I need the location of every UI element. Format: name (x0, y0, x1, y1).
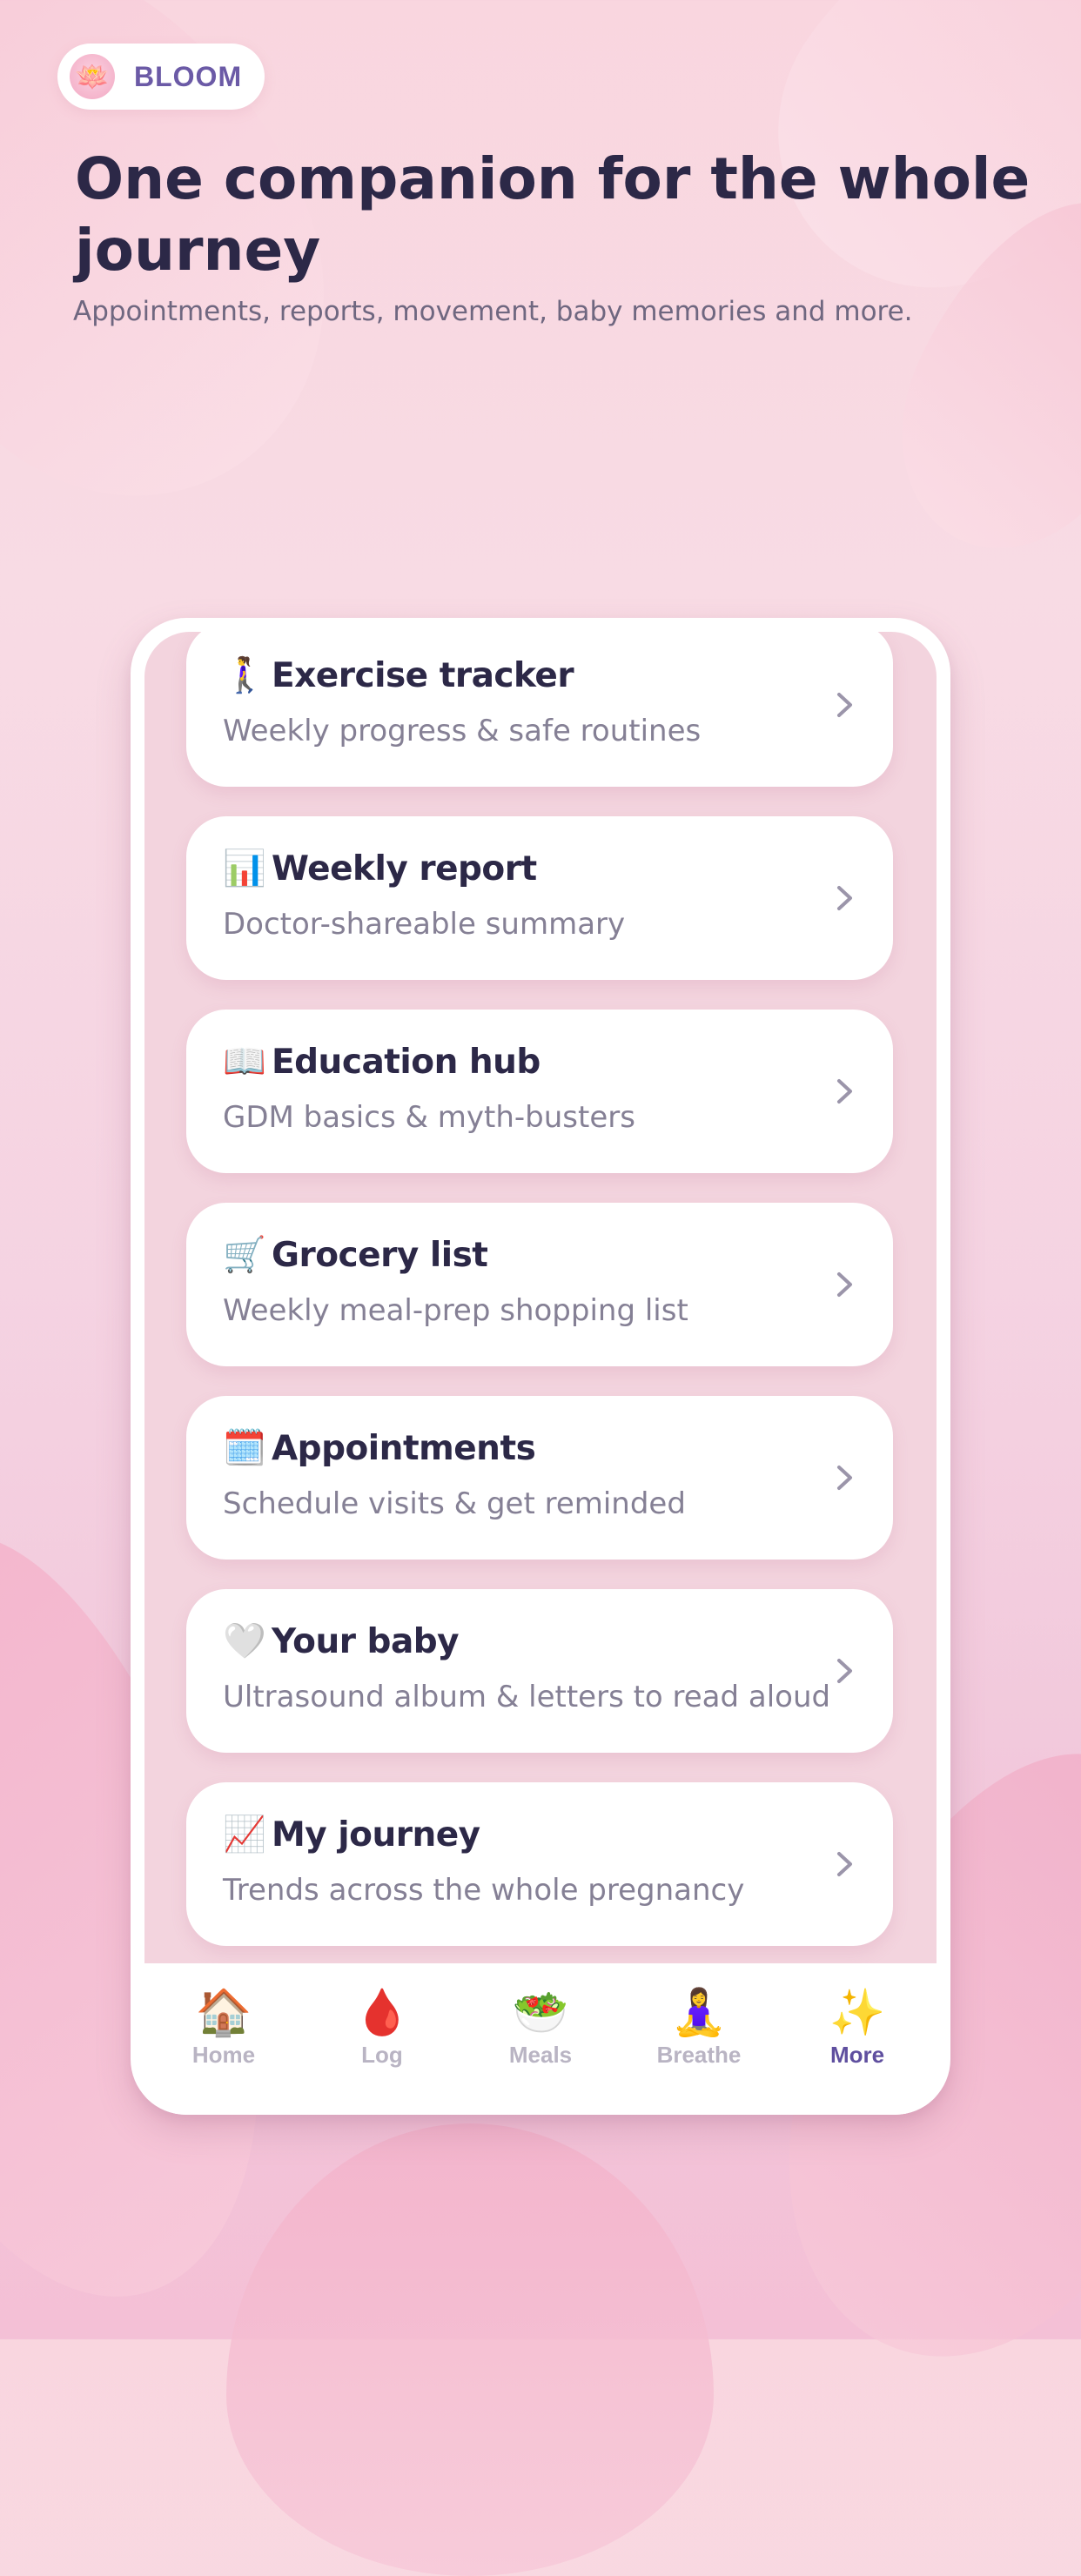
menu-item-exercise-tracker[interactable]: 🚶‍♀️ Exercise tracker Weekly progress & … (186, 632, 893, 787)
open-book-icon: 📖 (223, 1042, 266, 1082)
chevron-right-icon (837, 1659, 852, 1683)
card-title: 📊 Weekly report (223, 848, 537, 889)
menu-item-appointments[interactable]: 🗓️ Appointments Schedule visits & get re… (186, 1396, 893, 1560)
background-petal (226, 2123, 714, 2576)
menu-item-subtitle: Schedule visits & get reminded (223, 1486, 686, 1521)
menu-item-title: Grocery list (272, 1235, 488, 1275)
card-title: 🛒 Grocery list (223, 1234, 488, 1276)
calendar-icon: 🗓️ (223, 1428, 266, 1468)
walking-person-icon: 🚶‍♀️ (223, 655, 266, 695)
chevron-right-icon (837, 1466, 852, 1490)
hero-title: One companion for the whole journey (75, 145, 1031, 284)
lotus-icon: 🪷 (70, 54, 115, 99)
menu-item-subtitle: Ultrasound album & letters to read aloud (223, 1680, 831, 1714)
card-title: 🤍 Your baby (223, 1620, 460, 1662)
more-menu-screen: 🚶‍♀️ Exercise tracker Weekly progress & … (144, 632, 937, 1963)
menu-item-my-journey[interactable]: 📈 My journey Trends across the whole pre… (186, 1782, 893, 1946)
bar-chart-icon: 📊 (223, 849, 266, 889)
bottom-tab-bar: 🏠 Home 🩸 Log 🥗 Meals 🧘‍♀️ Breathe ✨ More (144, 1963, 937, 2115)
tab-label: Breathe (656, 2042, 742, 2068)
menu-item-subtitle: Weekly meal-prep shopping list (223, 1293, 688, 1328)
menu-item-grocery-list[interactable]: 🛒 Grocery list Weekly meal-prep shopping… (186, 1203, 893, 1366)
menu-item-subtitle: Weekly progress & safe routines (223, 714, 702, 748)
card-title: 📈 My journey (223, 1814, 480, 1855)
hero-subtitle: Appointments, reports, movement, baby me… (73, 296, 913, 327)
white-heart-icon: 🤍 (223, 1621, 266, 1661)
tab-label: More (829, 2042, 885, 2068)
tab-label: Log (361, 2042, 403, 2068)
sparkles-icon: ✨ (829, 1987, 886, 2039)
tab-home[interactable]: 🏠 Home (158, 1963, 289, 2115)
chevron-right-icon (837, 1079, 852, 1104)
tab-more[interactable]: ✨ More (792, 1963, 923, 2115)
menu-item-weekly-report[interactable]: 📊 Weekly report Doctor-shareable summary (186, 816, 893, 980)
salad-icon: 🥗 (512, 1987, 569, 2039)
menu-item-title: My journey (272, 1815, 480, 1855)
menu-item-subtitle: Doctor-shareable summary (223, 907, 626, 942)
menu-item-title: Your baby (272, 1621, 460, 1661)
brand-name: BLOOM (134, 60, 243, 92)
menu-item-title: Education hub (272, 1042, 540, 1082)
brand-badge: 🪷 BLOOM (57, 44, 265, 110)
menu-item-title: Weekly report (272, 849, 537, 889)
menu-item-subtitle: Trends across the whole pregnancy (223, 1873, 745, 1908)
tab-breathe[interactable]: 🧘‍♀️ Breathe (634, 1963, 764, 2115)
card-title: 📖 Education hub (223, 1041, 540, 1083)
tab-label: Meals (508, 2042, 573, 2068)
tab-log[interactable]: 🩸 Log (317, 1963, 447, 2115)
menu-item-title: Exercise tracker (272, 655, 574, 695)
chevron-right-icon (837, 886, 852, 910)
trend-chart-icon: 📈 (223, 1815, 266, 1855)
chevron-right-icon (837, 1272, 852, 1297)
chevron-right-icon (837, 693, 852, 717)
drop-icon: 🩸 (353, 1987, 411, 2039)
phone-mockup: 🚶‍♀️ Exercise tracker Weekly progress & … (131, 618, 950, 2115)
card-title: 🚶‍♀️ Exercise tracker (223, 654, 574, 696)
menu-item-title: Appointments (272, 1428, 536, 1468)
menu-item-subtitle: GDM basics & myth-busters (223, 1100, 635, 1135)
home-icon: 🏠 (195, 1987, 252, 2039)
card-title: 🗓️ Appointments (223, 1427, 536, 1469)
tab-meals[interactable]: 🥗 Meals (475, 1963, 606, 2115)
shopping-cart-icon: 🛒 (223, 1235, 266, 1275)
tab-label: Home (191, 2042, 256, 2068)
chevron-right-icon (837, 1852, 852, 1876)
menu-item-your-baby[interactable]: 🤍 Your baby Ultrasound album & letters t… (186, 1589, 893, 1753)
menu-item-education-hub[interactable]: 📖 Education hub GDM basics & myth-buster… (186, 1010, 893, 1173)
meditation-icon: 🧘‍♀️ (670, 1987, 728, 2039)
